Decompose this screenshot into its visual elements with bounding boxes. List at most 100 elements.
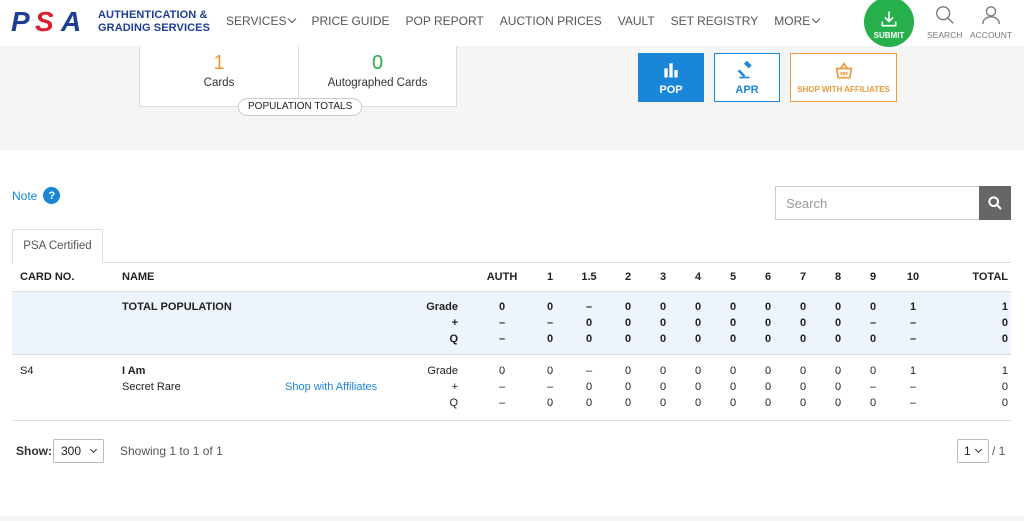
population-totals-label: POPULATION TOTALS <box>238 98 363 116</box>
population-value: 0 <box>799 381 807 393</box>
header-grade[interactable]: 5 <box>713 263 753 291</box>
population-value: 0 <box>659 365 667 377</box>
population-value: 0 <box>764 301 772 313</box>
population-value: 1 <box>1001 365 1008 377</box>
population-value: 0 <box>659 397 667 409</box>
population-value: 0 <box>694 317 702 329</box>
population-value: – <box>498 333 506 345</box>
show-label: Show: <box>16 444 52 458</box>
population-value: 0 <box>799 365 807 377</box>
footer-divider <box>0 516 1024 521</box>
submit-button[interactable]: SUBMIT <box>864 0 914 47</box>
population-value: 0 <box>585 397 593 409</box>
main-nav: SERVICES PRICE GUIDE POP REPORT AUCTION … <box>226 14 835 28</box>
header-grade[interactable]: 4 <box>678 263 718 291</box>
population-value: 0 <box>694 397 702 409</box>
nav-services[interactable]: SERVICES <box>226 14 297 28</box>
population-value: 0 <box>834 381 842 393</box>
population-value: 0 <box>764 365 772 377</box>
population-value: 1 <box>909 301 917 313</box>
psa-logo[interactable]: PSA AUTHENTICATION & GRADING SERVICES <box>11 6 210 38</box>
pop-button[interactable]: POP <box>638 53 704 102</box>
chevron-down-icon <box>288 14 297 24</box>
population-value: 0 <box>546 365 554 377</box>
population-value: – <box>909 397 917 409</box>
population-value: 0 <box>624 381 632 393</box>
page-size-select[interactable]: 300 <box>53 439 104 463</box>
nav-auction-prices[interactable]: AUCTION PRICES <box>500 14 602 28</box>
header-grade[interactable]: 10 <box>893 263 933 291</box>
population-value: 0 <box>764 317 772 329</box>
logo-line1: AUTHENTICATION & <box>98 9 208 21</box>
population-value: 1 <box>1001 301 1008 313</box>
population-value: 0 <box>659 381 667 393</box>
population-value: 0 <box>799 301 807 313</box>
apr-button[interactable]: APR <box>714 53 780 102</box>
header-card-no[interactable]: CARD NO. <box>20 263 74 291</box>
population-value: – <box>546 317 554 329</box>
header-grade[interactable]: 1.5 <box>569 263 609 291</box>
psa-logo-mark: PSA <box>11 6 81 37</box>
gavel-icon <box>737 60 752 78</box>
search-button[interactable] <box>979 186 1011 220</box>
population-value: 0 <box>659 333 667 345</box>
card-name[interactable]: I Am <box>122 363 145 379</box>
population-value: 0 <box>546 301 554 313</box>
header-grade[interactable]: AUTH <box>482 263 522 291</box>
account-label: ACCOUNT <box>970 30 1013 40</box>
nav-price-guide[interactable]: PRICE GUIDE <box>311 14 389 28</box>
population-value: 0 <box>729 317 737 329</box>
cards-count: 1 <box>213 52 225 74</box>
help-icon[interactable]: ? <box>43 187 61 204</box>
showing-info: Showing 1 to 1 of 1 <box>120 444 223 458</box>
note-label: Note <box>12 188 38 203</box>
population-value: – <box>909 317 917 329</box>
nav-pop-report[interactable]: POP REPORT <box>405 14 483 28</box>
population-value: 0 <box>546 397 554 409</box>
row-label-q: Q <box>449 333 458 345</box>
header-grade[interactable]: 6 <box>748 263 788 291</box>
search-icon <box>988 196 1002 210</box>
population-value: 0 <box>659 301 667 313</box>
cards-label: Cards <box>203 77 235 89</box>
population-value: 0 <box>694 333 702 345</box>
population-value: 0 <box>498 365 506 377</box>
header-grade[interactable]: 2 <box>608 263 648 291</box>
bar-chart-icon <box>664 62 678 77</box>
card-number: S4 <box>20 365 34 377</box>
total-population-label: TOTAL POPULATION <box>122 301 232 313</box>
population-value: 0 <box>834 301 842 313</box>
shop-affiliates-link[interactable]: Shop with Affiliates <box>285 379 377 395</box>
header-grade[interactable]: 1 <box>530 263 570 291</box>
header-grade[interactable]: 3 <box>643 263 683 291</box>
population-value: 0 <box>1001 397 1008 409</box>
header-search[interactable]: SEARCH <box>927 4 962 40</box>
page-select[interactable]: 1 <box>957 439 989 463</box>
header-grade[interactable]: 7 <box>783 263 823 291</box>
autographed-label: Autographed Cards <box>327 77 428 89</box>
header-account[interactable]: ACCOUNT <box>970 4 1012 40</box>
population-value: 0 <box>869 301 877 313</box>
nav-more[interactable]: MORE <box>774 14 821 28</box>
population-value: 0 <box>764 381 772 393</box>
page-total: / 1 <box>992 444 1006 458</box>
population-value: 0 <box>546 333 554 345</box>
shop-affiliates-button[interactable]: SHOP WITH AFFILIATES <box>790 53 897 102</box>
population-value: 0 <box>729 397 737 409</box>
logo-line2: GRADING SERVICES <box>98 22 211 34</box>
chevron-down-icon <box>974 445 983 454</box>
nav-vault[interactable]: VAULT <box>618 14 655 28</box>
nav-set-registry[interactable]: SET REGISTRY <box>671 14 759 28</box>
header-name[interactable]: NAME <box>122 263 154 291</box>
header-grade[interactable]: 8 <box>818 263 858 291</box>
population-value: 0 <box>694 301 702 313</box>
population-value: 0 <box>624 397 632 409</box>
header-grade[interactable]: TOTAL <box>958 263 1008 291</box>
tab-psa-certified[interactable]: PSA Certified <box>12 229 103 263</box>
population-value: 0 <box>624 317 632 329</box>
autographed-count: 0 <box>371 52 384 74</box>
note-link[interactable]: Note ? <box>12 187 61 204</box>
population-value: – <box>909 381 917 393</box>
search-input[interactable] <box>775 186 979 220</box>
header-grade[interactable]: 9 <box>853 263 893 291</box>
